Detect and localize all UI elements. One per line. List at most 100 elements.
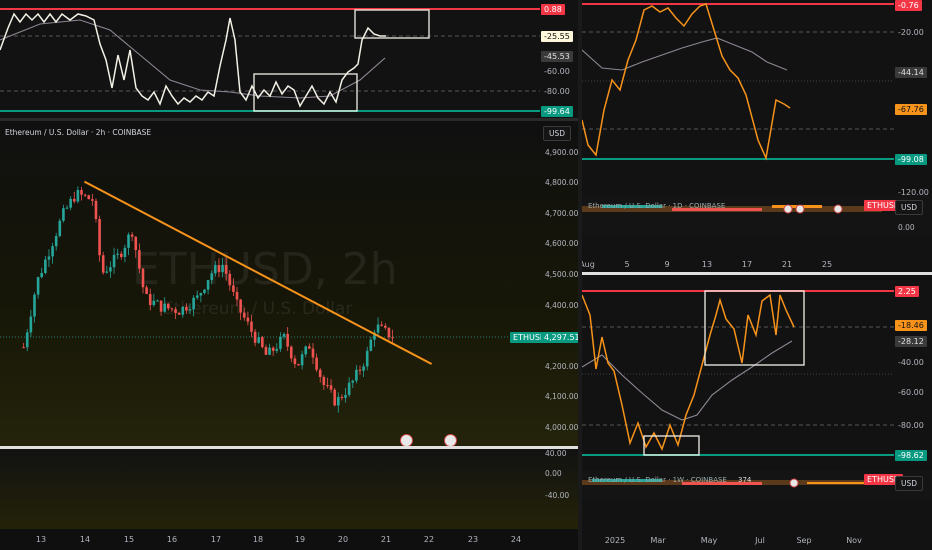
candle-body [358, 369, 362, 371]
candle-body [279, 336, 282, 349]
candle-body [282, 333, 286, 337]
candle-body [54, 236, 58, 247]
candle-body [91, 199, 94, 201]
level-label-signal: -28.12 [895, 336, 927, 347]
bottom-right-indicator-pane[interactable]: 2.25 -18.46 -28.12 -40.00 -60.00 -80.00 … [582, 275, 932, 470]
price-tick: 4,700.00 [545, 209, 578, 218]
time-tick: Nov [846, 536, 862, 545]
candle-body [174, 309, 177, 313]
candle-body [318, 369, 322, 377]
candle-body [159, 300, 163, 312]
candle-body [141, 268, 145, 288]
candle-body [58, 220, 62, 237]
top-right-time-axis[interactable]: Aug 5 9 13 17 21 25 [582, 236, 932, 272]
candle-body [271, 347, 275, 351]
bottom-left-indicator-pane[interactable]: 40.00 0.00 -40.00 [0, 449, 578, 529]
level-label: -40.00 [898, 358, 924, 367]
candle-body [51, 246, 54, 257]
level-label: -80.00 [544, 87, 570, 96]
event-flag-icon[interactable] [400, 434, 413, 446]
time-tick: 17 [741, 260, 753, 269]
time-tick: Jul [755, 536, 765, 545]
time-tick: 21 [380, 535, 392, 544]
candle-body [232, 285, 235, 292]
candle-body [344, 394, 347, 398]
candle-body [127, 234, 130, 248]
candle-body [195, 295, 199, 298]
candle-body [101, 255, 105, 273]
candle-body [65, 207, 69, 209]
candle-body [22, 347, 25, 349]
time-tick: 21 [781, 260, 793, 269]
candle-body [62, 208, 65, 221]
candle-body [203, 289, 206, 294]
candle-body [69, 198, 72, 208]
indicator-tick: -40.00 [545, 491, 570, 500]
candle-body [177, 312, 181, 315]
last-price-tag: 4,297.51 [541, 332, 578, 343]
highlight-box [643, 435, 700, 456]
candle-body [44, 259, 47, 273]
time-tick: 24 [510, 535, 522, 544]
time-tick: 14 [79, 535, 91, 544]
candle-body [214, 265, 217, 274]
candle-body [289, 346, 293, 359]
candle-body [333, 389, 336, 406]
event-flag-icon[interactable] [444, 434, 457, 446]
candle-body [253, 331, 257, 343]
time-tick: 22 [423, 535, 435, 544]
candle-body [76, 189, 80, 202]
candle-body [156, 300, 159, 302]
top-left-oscillator-pane[interactable]: 0.88 -25.55 -45.53 -60.00 -80.00 -99.64 [0, 0, 578, 118]
price-tick: 4,600.00 [545, 239, 578, 248]
time-tick: 23 [467, 535, 479, 544]
top-right-indicator-pane[interactable]: -0.76 -20.00 -44.14 -67.76 -99.08 -120.0… [582, 0, 932, 196]
candle-body [98, 218, 101, 256]
time-tick: 15 [123, 535, 135, 544]
level-label-current: -67.76 [895, 104, 927, 115]
candle-body [300, 354, 304, 366]
candle-body [152, 300, 156, 306]
level-label-signal: -45.53 [541, 51, 573, 62]
candle-body [387, 327, 391, 338]
candle-body [311, 348, 315, 358]
main-time-axis[interactable]: 13 14 15 16 17 18 19 20 21 22 23 24 [0, 529, 578, 550]
currency-button[interactable]: USD [895, 476, 924, 491]
bottom-right-time-axis[interactable]: 2025 Mar May Jul Sep Nov [582, 500, 932, 550]
top-right-price-strip[interactable]: Ethereum / U.S. Dollar · 1D · COINBASE E… [582, 196, 932, 236]
time-tick: Aug [582, 260, 595, 269]
candle-body [261, 337, 264, 348]
candles-group [22, 186, 394, 413]
candle-body [384, 325, 387, 328]
level-label: -20.00 [898, 28, 924, 37]
candle-body [326, 385, 329, 387]
candle-body [33, 294, 36, 317]
level-label: -120.00 [898, 188, 929, 196]
candle-body [192, 297, 195, 310]
currency-button[interactable]: USD [895, 200, 924, 215]
candle-body [268, 347, 271, 355]
candle-body [210, 273, 214, 281]
candle-body [170, 308, 174, 310]
candle-body [242, 312, 246, 318]
signal-line [582, 340, 793, 421]
highlight-box [354, 9, 430, 39]
candle-body [130, 234, 134, 237]
candle-body [336, 396, 340, 406]
candle-body [355, 369, 358, 381]
candle-body [239, 299, 242, 313]
time-tick: 20 [337, 535, 349, 544]
level-label: -80.00 [898, 421, 924, 430]
level-label-oversold: -99.08 [895, 154, 927, 165]
level-label-oversold: -98.62 [895, 450, 927, 461]
candle-body [228, 273, 232, 286]
level-label-signal: -44.14 [895, 67, 927, 78]
price-tick: 4,100.00 [545, 392, 578, 401]
candle-body [365, 350, 369, 367]
main-price-chart-pane[interactable]: Ethereum / U.S. Dollar · 2h · COINBASE U… [0, 121, 578, 446]
price-tick: 4,200.00 [545, 362, 578, 371]
bottom-right-price-strip[interactable]: Ethereum / U.S. Dollar · 1W · COINBASE 3… [582, 470, 932, 500]
candle-body [264, 347, 268, 355]
mini-chart-value: 374 [738, 476, 752, 484]
candle-body [257, 337, 261, 343]
